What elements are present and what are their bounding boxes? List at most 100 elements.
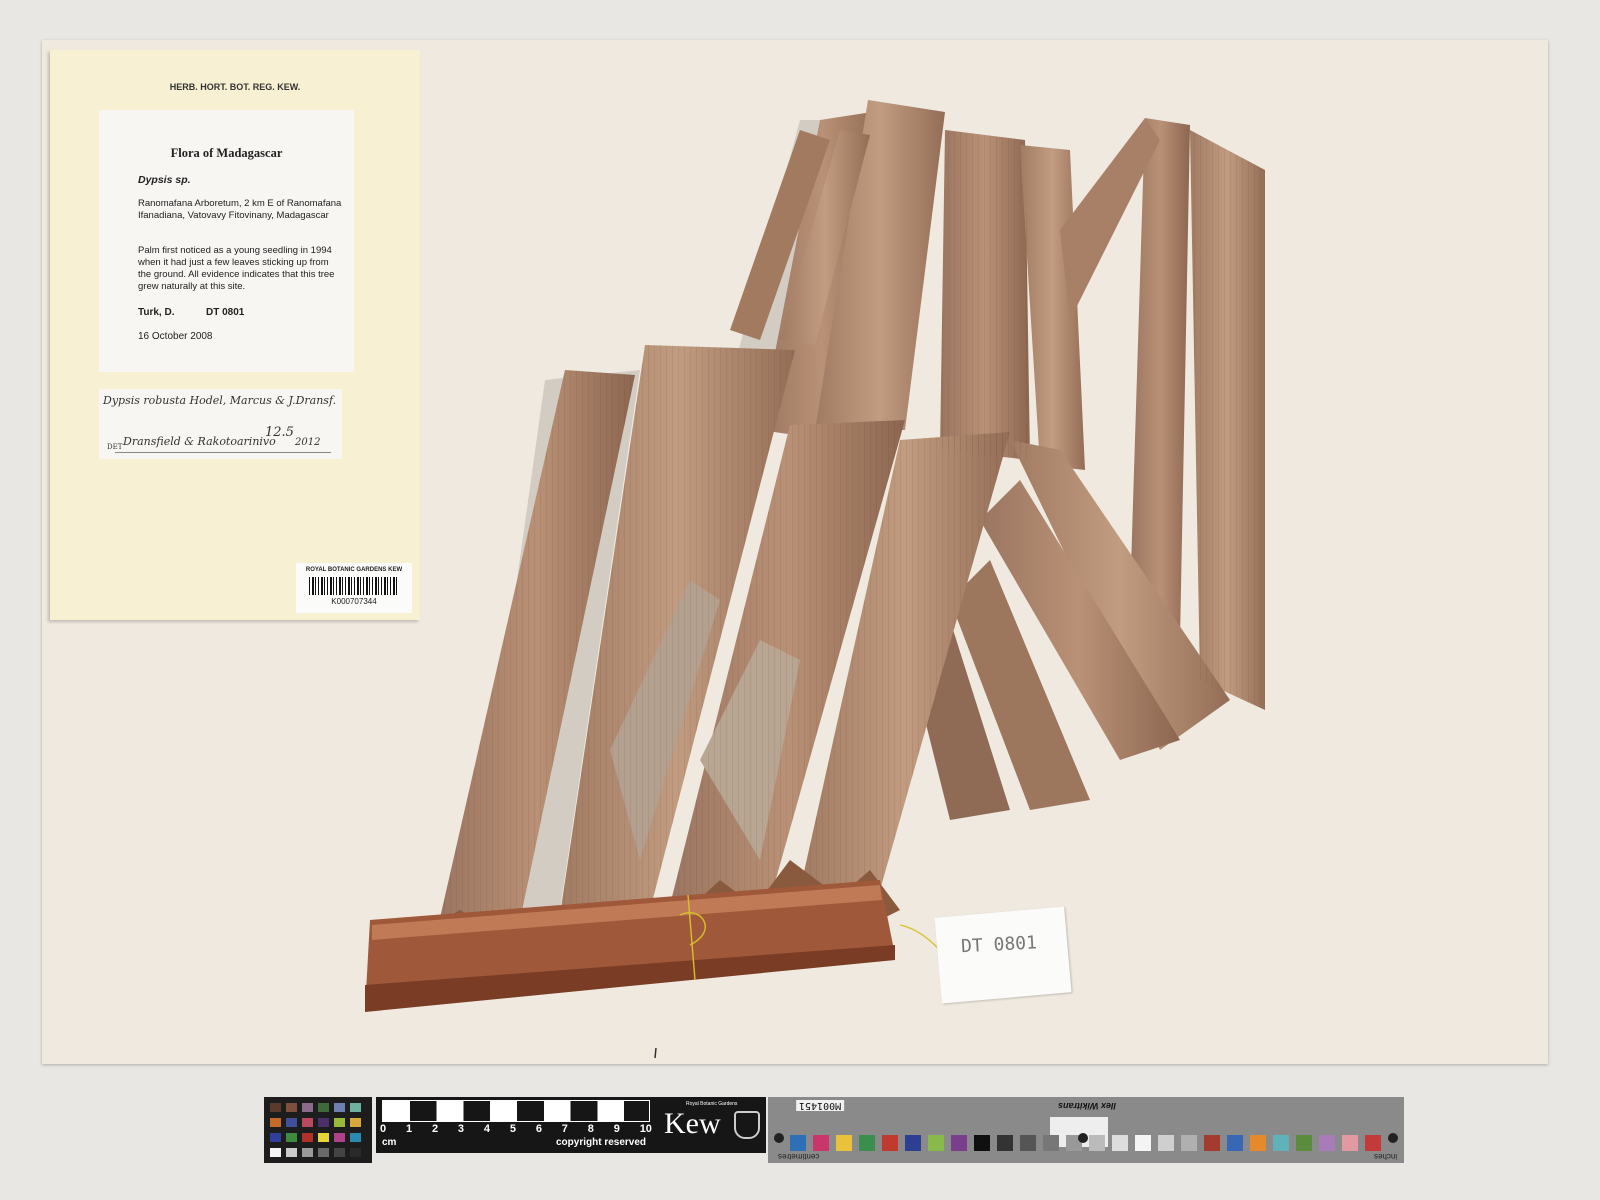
cm-scale-bar: 0 1 2 3 4 5 6 7 8 9 10 cm copyright reserved xyxy=(376,1097,656,1153)
color-swatch xyxy=(286,1148,297,1157)
calibration-swatch xyxy=(882,1135,898,1151)
copyright-text: copyright reserved xyxy=(556,1137,647,1148)
calibration-swatch xyxy=(1204,1135,1220,1151)
calibration-swatch xyxy=(1227,1135,1243,1151)
inches-label: inches xyxy=(1374,1152,1398,1161)
collector-name: Turk, D. xyxy=(138,307,175,318)
centimetres-label: centimetres xyxy=(778,1152,820,1161)
collection-number: DT 0801 xyxy=(206,307,245,318)
pencil-mark xyxy=(654,1047,657,1059)
colorbar-brand: Ilex Wikitrans xyxy=(1058,1101,1116,1111)
color-swatch xyxy=(286,1118,297,1127)
calibration-swatch xyxy=(1158,1135,1174,1151)
color-swatch xyxy=(350,1118,361,1127)
barcode-institution: ROYAL BOTANIC GARDENS KEW xyxy=(305,567,403,573)
color-swatch xyxy=(270,1148,281,1157)
color-swatch xyxy=(318,1148,329,1157)
calibration-swatch xyxy=(790,1135,806,1151)
calibration-swatch xyxy=(813,1135,829,1151)
scale-number: 0 xyxy=(380,1123,387,1135)
calibration-swatch xyxy=(1020,1135,1036,1151)
scale-number: 5 xyxy=(509,1123,516,1135)
crest-icon xyxy=(734,1111,760,1139)
calibration-swatch xyxy=(905,1135,921,1151)
color-swatch xyxy=(350,1148,361,1157)
calibration-swatch xyxy=(1181,1135,1197,1151)
tag-text: DT 0801 xyxy=(960,932,1038,958)
registration-hole xyxy=(1388,1133,1398,1143)
scale-number: 4 xyxy=(483,1123,490,1135)
calibration-swatch xyxy=(928,1135,944,1151)
calibration-swatch xyxy=(997,1135,1013,1151)
calibration-swatch xyxy=(1112,1135,1128,1151)
color-swatch xyxy=(318,1103,329,1112)
slip-rule xyxy=(115,452,331,453)
calibration-swatch xyxy=(836,1135,852,1151)
color-swatch xyxy=(350,1103,361,1112)
specimen-tag: DT 0801 xyxy=(934,906,1072,1004)
calibration-swatch xyxy=(1043,1135,1059,1151)
calibration-swatch xyxy=(951,1135,967,1151)
color-swatch-grid xyxy=(264,1097,372,1163)
scale-number: 10 xyxy=(639,1123,652,1135)
registration-hole xyxy=(774,1133,784,1143)
collection-date: 16 October 2008 xyxy=(138,331,213,342)
taxon-name: Dypsis sp. xyxy=(138,174,191,186)
color-swatch xyxy=(302,1103,313,1112)
calibration-swatch xyxy=(1273,1135,1289,1151)
notes-text: Palm first noticed as a young seedling i… xyxy=(138,245,335,292)
barcode-number: K000707344 xyxy=(331,597,377,606)
calibration-swatch xyxy=(1089,1135,1105,1151)
barcode-label: ROYAL BOTANIC GARDENS KEW K000707344 xyxy=(296,563,412,613)
scale-unit: cm xyxy=(382,1137,397,1148)
color-swatch xyxy=(318,1133,329,1142)
calibration-swatch xyxy=(1365,1135,1381,1151)
color-swatch xyxy=(286,1133,297,1142)
determination-year: 2012 xyxy=(295,437,321,448)
herbarium-title: HERB. HORT. BOT. REG. KEW. xyxy=(169,82,301,92)
scale-ticks xyxy=(382,1100,650,1122)
color-swatch xyxy=(318,1118,329,1127)
calibration-swatch xyxy=(1135,1135,1151,1151)
color-swatch xyxy=(270,1103,281,1112)
color-swatch xyxy=(302,1118,313,1127)
color-swatch xyxy=(350,1133,361,1142)
color-swatch xyxy=(302,1133,313,1142)
determiner-name: Dransfield & Rakotoarinivo xyxy=(123,435,276,448)
flora-title: Flora of Madagascar xyxy=(170,146,283,160)
scale-number: 8 xyxy=(587,1123,594,1135)
calibration-swatch xyxy=(1342,1135,1358,1151)
registration-hole xyxy=(1078,1133,1088,1143)
calibration-swatch xyxy=(1250,1135,1266,1151)
scale-number: 7 xyxy=(561,1123,568,1135)
color-swatch xyxy=(286,1103,297,1112)
scale-number: 2 xyxy=(431,1123,439,1135)
calibration-swatch xyxy=(1319,1135,1335,1151)
barcode-icon xyxy=(309,577,399,595)
color-swatch xyxy=(270,1133,281,1142)
kew-logo: Royal Botanic Gardens Kew xyxy=(656,1097,766,1153)
scale-number: 9 xyxy=(613,1123,620,1135)
color-swatch xyxy=(334,1148,345,1157)
collection-label: Flora of Madagascar Dypsis sp. Ranomafan… xyxy=(99,110,354,372)
color-swatch xyxy=(334,1133,345,1142)
colorbar-id: M001451 xyxy=(796,1100,845,1111)
determination-name: Dypsis robusta Hodel, Marcus & J.Dransf. xyxy=(103,394,337,407)
determination-slip: Dypsis robusta Hodel, Marcus & J.Dransf.… xyxy=(99,389,342,459)
color-swatch xyxy=(334,1103,345,1112)
color-calibration-bar: M001451 Ilex Wikitrans centimetres inche… xyxy=(768,1097,1404,1163)
locality-text: Ranomafana Arboretum, 2 km E of Ranomafa… xyxy=(138,198,342,221)
scale-number: 1 xyxy=(405,1123,413,1135)
calibration-swatch xyxy=(974,1135,990,1151)
determination-date: 12.5 xyxy=(265,425,294,440)
color-swatch xyxy=(270,1118,281,1127)
scale-number: 3 xyxy=(457,1123,465,1135)
color-swatch xyxy=(302,1148,313,1157)
calibration-swatch xyxy=(859,1135,875,1151)
calibration-swatch xyxy=(1296,1135,1312,1151)
color-swatch xyxy=(334,1118,345,1127)
kew-wordmark: Kew xyxy=(664,1107,721,1140)
scale-number: 6 xyxy=(535,1123,542,1135)
scale-numbers: 0 1 2 3 4 5 6 7 8 9 10 xyxy=(380,1123,652,1135)
det-prefix: DET xyxy=(107,443,123,451)
